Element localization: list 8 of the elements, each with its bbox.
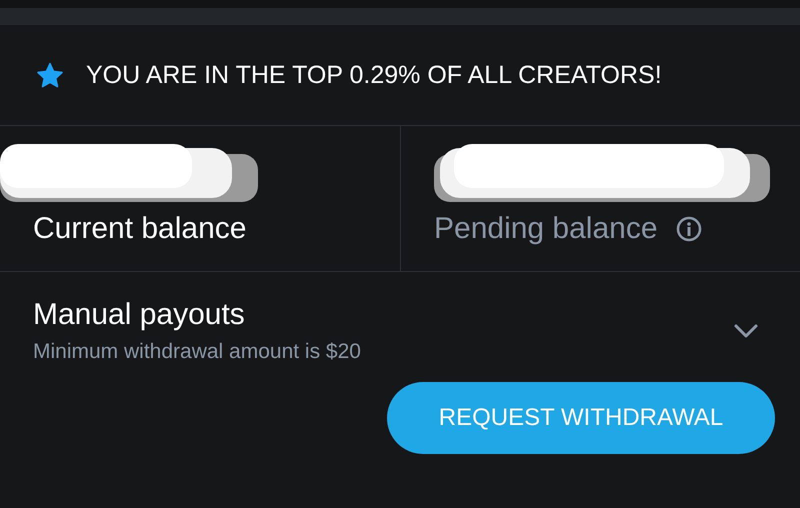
banner-text: YOU ARE IN THE TOP 0.29% OF ALL CREATORS! [86,60,662,90]
balance-label: Current balance [33,212,246,246]
hint-text: Minimum withdrawal amount is $20 [33,340,361,364]
info-icon[interactable] [676,216,702,242]
balance-label: Pending balance [434,212,658,246]
section-title: Manual payouts [33,298,246,332]
request-withdrawal-button[interactable]: REQUEST WITHDRAWAL [387,382,775,454]
star-icon [36,62,64,88]
